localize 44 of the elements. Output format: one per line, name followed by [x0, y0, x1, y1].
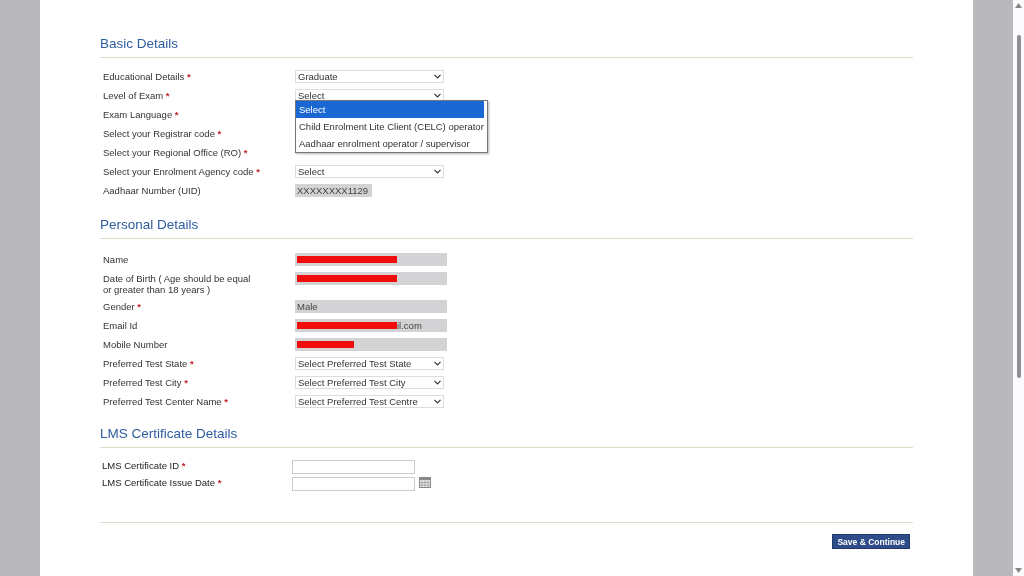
input-field[interactable] — [292, 460, 415, 474]
field-label: Aadhaar Number (UID) — [102, 184, 202, 196]
scroll-down-icon[interactable] — [1015, 568, 1022, 573]
field-label: Educational Details * — [102, 70, 192, 82]
scrollbar[interactable] — [1013, 0, 1024, 576]
chevron-down-icon — [434, 361, 441, 366]
input-field[interactable] — [292, 477, 415, 491]
field-label: Select your Registrar code * — [102, 127, 223, 139]
save-continue-button[interactable]: Save & Continue — [832, 534, 910, 549]
select-dropdown[interactable]: Select Preferred Test State — [295, 357, 444, 370]
select-dropdown[interactable]: Graduate — [295, 70, 444, 83]
field-label: Select your Regional Office (RO) * — [102, 146, 249, 158]
field-label: Gender * — [102, 300, 143, 312]
readonly-field: XXXXXXXX1129 — [295, 184, 372, 197]
chevron-down-icon — [434, 169, 441, 174]
chevron-down-icon — [434, 380, 441, 385]
field-label: Preferred Test State * — [102, 357, 195, 369]
section-title: Personal Details — [100, 217, 200, 233]
select-dropdown[interactable]: Select Preferred Test City — [295, 376, 444, 389]
field-label: Name — [102, 253, 130, 265]
section-title: Basic Details — [100, 36, 180, 52]
field-label: Level of Exam * — [102, 89, 171, 101]
dropdown-option[interactable]: Aadhaar enrolment operator / supervisor — [296, 135, 484, 152]
calendar-icon[interactable] — [419, 476, 431, 488]
section-title: LMS Certificate Details — [100, 426, 239, 442]
field-label: Email Id — [102, 319, 139, 331]
chevron-down-icon — [434, 399, 441, 404]
field-label: Exam Language * — [102, 108, 180, 120]
readonly-field: Male — [295, 300, 447, 313]
dropdown-option[interactable]: Child Enrolment Lite Client (CELC) operator — [296, 118, 484, 135]
field-label: Mobile Number — [102, 338, 169, 350]
field-label: Date of Birth ( Age should be equal or greater than 18 years ) — [102, 272, 252, 295]
chevron-down-icon — [434, 74, 441, 79]
select-dropdown[interactable]: Select — [295, 165, 444, 178]
scroll-up-icon[interactable] — [1015, 3, 1022, 8]
readonly-field: il.com — [295, 319, 447, 332]
field-label: Select your Enrolment Agency code * — [102, 165, 261, 177]
dropdown-option[interactable]: Select — [296, 101, 484, 118]
field-label: LMS Certificate Issue Date * — [101, 477, 223, 488]
field-label: Preferred Test Center Name * — [102, 395, 229, 407]
field-label: Preferred Test City * — [102, 376, 189, 388]
select-dropdown[interactable]: Select Preferred Test Centre — [295, 395, 444, 408]
field-label: LMS Certificate ID * — [101, 460, 187, 471]
chevron-down-icon — [434, 93, 441, 98]
